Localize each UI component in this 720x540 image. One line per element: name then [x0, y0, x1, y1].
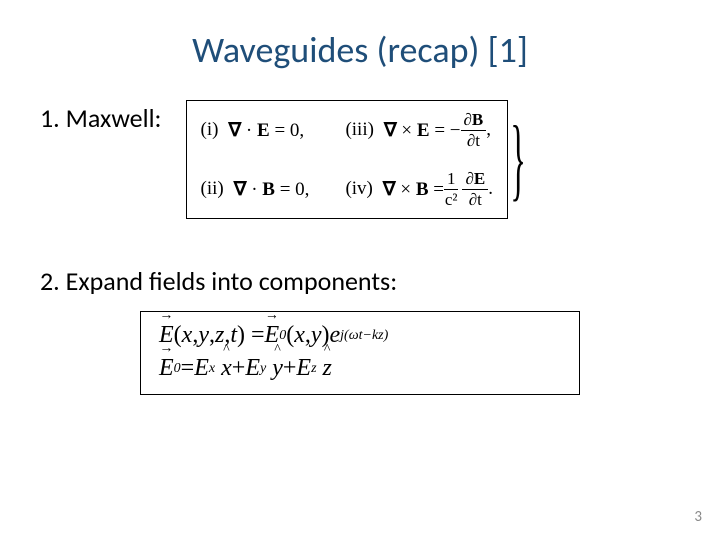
item-1-label: 1. Maxwell:	[40, 100, 162, 134]
eq-iv-numeral: (iv)	[345, 178, 372, 200]
item-1: 1. Maxwell: (i) ∇ · E = 0, (iii) ∇ × E =…	[40, 100, 680, 219]
eq-iii-tail: ,	[486, 119, 491, 141]
eq-iv-frac2: ∂E ∂t	[462, 170, 488, 209]
eq-i: (i) ∇ · E = 0,	[201, 119, 310, 142]
eq-iii-frac: ∂B ∂t	[461, 111, 487, 150]
y-hat: ^y	[272, 355, 283, 382]
field-line-1: →E (x, y, z, t) = →E0 (x, y) ej(ωt−kz)	[159, 322, 561, 349]
maxwell-box: (i) ∇ · E = 0, (iii) ∇ × E = − ∂B ∂t ,	[186, 100, 508, 219]
eq-ii-numeral: (ii)	[201, 178, 224, 200]
eq-iv: (iv) ∇ × B = 1 c² ∂E ∂t .	[345, 170, 493, 209]
item-2-label: 2. Expand fields into components:	[40, 265, 680, 297]
x-hat: ^x	[221, 355, 232, 382]
eq-i-body: ∇ · E = 0,	[228, 119, 304, 142]
exponent: j(ωt−kz)	[340, 328, 388, 344]
eq-iii-numeral: (iii)	[345, 119, 374, 141]
page-number: 3	[694, 508, 702, 526]
z-hat: ^z	[323, 355, 332, 382]
slide: Waveguides (recap) [1] 1. Maxwell: (i) ∇…	[0, 0, 720, 540]
eq-i-numeral: (i)	[201, 119, 219, 141]
eq-iv-tail: .	[488, 178, 493, 200]
expand-box: →E (x, y, z, t) = →E0 (x, y) ej(ωt−kz) →…	[140, 311, 580, 395]
args1: (	[174, 322, 182, 349]
eq-iv-frac1: 1 c²	[444, 170, 459, 209]
right-brace-icon: }	[510, 112, 525, 204]
maxwell-equations: (i) ∇ · E = 0, (iii) ∇ × E = − ∂B ∂t ,	[186, 100, 541, 219]
slide-title: Waveguides (recap) [1]	[40, 28, 680, 72]
eq-iii-lead: ∇ × E = −	[384, 119, 461, 142]
eq-iv-lead: ∇ × B =	[383, 178, 444, 201]
eq-ii-body: ∇ · B = 0,	[234, 178, 310, 201]
vector-E0-2: →E	[159, 355, 174, 382]
item-2: 2. Expand fields into components: →E (x,…	[40, 265, 680, 395]
eq-iii: (iii) ∇ × E = − ∂B ∂t ,	[345, 111, 493, 150]
eq-ii: (ii) ∇ · B = 0,	[201, 178, 310, 201]
field-line-2: →E0 = Ex ^x + Ey ^y + Ez ^z	[159, 355, 561, 382]
